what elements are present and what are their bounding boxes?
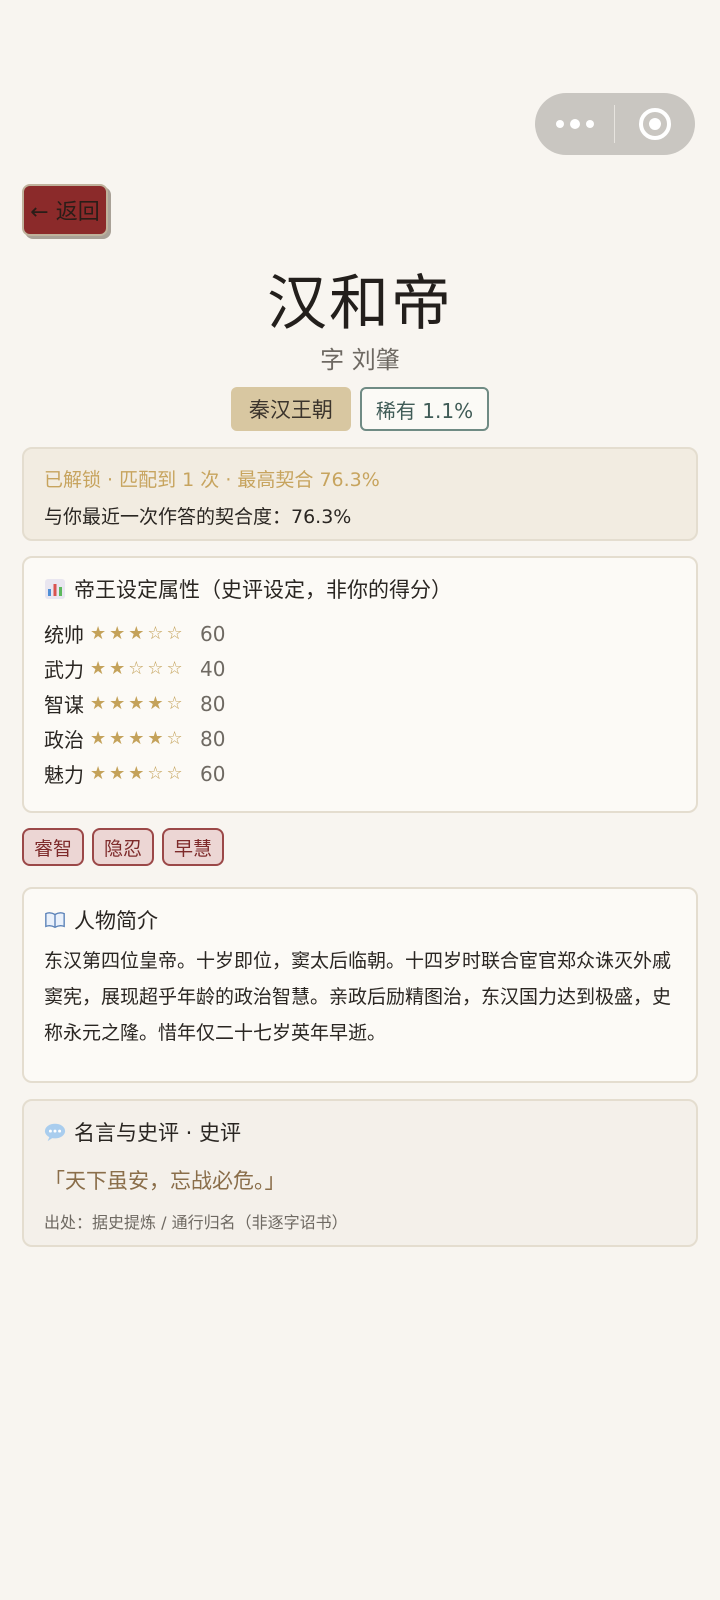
biography-card: 人物简介 东汉第四位皇帝。十岁即位，窦太后临朝。十四岁时联合宦官郑众诛灭外戚窦宪…	[22, 887, 698, 1083]
hero-tags: 秦汉王朝 稀有 1.1%	[0, 387, 720, 431]
trait-tag: 睿智	[22, 828, 85, 866]
star-rating: ★★★☆☆	[90, 623, 186, 644]
attribute-value: 60	[200, 761, 226, 786]
rarity-badge: 稀有 1.1%	[359, 387, 490, 431]
close-miniprogram-button[interactable]	[615, 93, 695, 155]
star-rating: ★★★☆☆	[90, 763, 186, 784]
attribute-name: 政治	[44, 728, 84, 752]
dynasty-tag: 秦汉王朝	[230, 387, 351, 431]
star-rating: ★★★★☆	[90, 693, 186, 714]
biography-text: 东汉第四位皇帝。十岁即位，窦太后临朝。十四岁时联合宦官郑众诛灭外戚窦宪，展现超乎…	[44, 950, 672, 1044]
attribute-row: 魅力 ★★★☆☆ 60	[44, 756, 676, 791]
courtesy-name: 字 刘肇	[320, 346, 400, 374]
quote-heading: 名言与史评 · 史评	[44, 1117, 676, 1147]
attribute-value: 40	[200, 656, 226, 681]
miniprogram-capsule	[535, 93, 695, 155]
quote-card: 名言与史评 · 史评 「天下虽安，忘战必危。」 出处：据史提炼 / 通行归名（非…	[22, 1099, 698, 1247]
attribute-value: 60	[200, 621, 226, 646]
attribute-value: 80	[200, 691, 226, 716]
attribute-name: 魅力	[44, 763, 84, 787]
biography-heading: 人物简介	[44, 905, 676, 935]
quote-text: 「天下虽安，忘战必危。」	[44, 1169, 286, 1193]
speech-bubble-icon	[44, 1121, 66, 1143]
more-dot-icon	[569, 119, 580, 129]
star-rating: ★★★★☆	[90, 728, 186, 749]
attribute-row: 政治 ★★★★☆ 80	[44, 721, 676, 756]
trait-tag: 隐忍	[92, 828, 155, 866]
attributes-heading: 帝王设定属性（史评设定，非你的得分）	[44, 574, 676, 604]
attribute-name: 智谋	[44, 693, 84, 717]
attribute-row: 武力 ★★☆☆☆ 40	[44, 651, 676, 686]
emperor-name: 汉和帝	[267, 269, 453, 339]
more-dot-icon	[585, 120, 594, 128]
more-options-button[interactable]	[535, 93, 614, 155]
back-button[interactable]: ← 返回	[22, 184, 108, 236]
attribute-list: 统帅 ★★★☆☆ 60 武力 ★★☆☆☆ 40 智谋 ★★★★☆ 80 政治 ★★★★☆ 80 魅力 ★★…	[44, 616, 676, 791]
attribute-name: 武力	[44, 658, 84, 682]
unlock-status-card: 已解锁 · 匹配到 1 次 · 最高契合 76.3% 与你最近一次作答的契合度：…	[22, 447, 698, 541]
open-book-icon	[44, 909, 66, 931]
attribute-value: 80	[200, 726, 226, 751]
more-dot-icon	[555, 120, 564, 128]
target-icon	[639, 108, 671, 140]
attribute-row: 智谋 ★★★★☆ 80	[44, 686, 676, 721]
star-rating: ★★☆☆☆	[90, 658, 186, 679]
trait-tags: 睿智 隐忍 早慧	[22, 828, 225, 866]
match-summary: 已解锁 · 匹配到 1 次 · 最高契合 76.3%	[44, 469, 380, 491]
attribute-row: 统帅 ★★★☆☆ 60	[44, 616, 676, 651]
trait-tag: 早慧	[162, 828, 225, 866]
quote-source: 出处：据史提炼 / 通行归名（非逐字诏书）	[44, 1213, 348, 1232]
bar-chart-icon	[44, 578, 66, 600]
latest-match: 与你最近一次作答的契合度：76.3%	[44, 506, 352, 528]
attributes-card: 帝王设定属性（史评设定，非你的得分） 统帅 ★★★☆☆ 60 武力 ★★☆☆☆ 40 智谋 ★…	[22, 556, 698, 813]
attribute-name: 统帅	[44, 623, 84, 647]
